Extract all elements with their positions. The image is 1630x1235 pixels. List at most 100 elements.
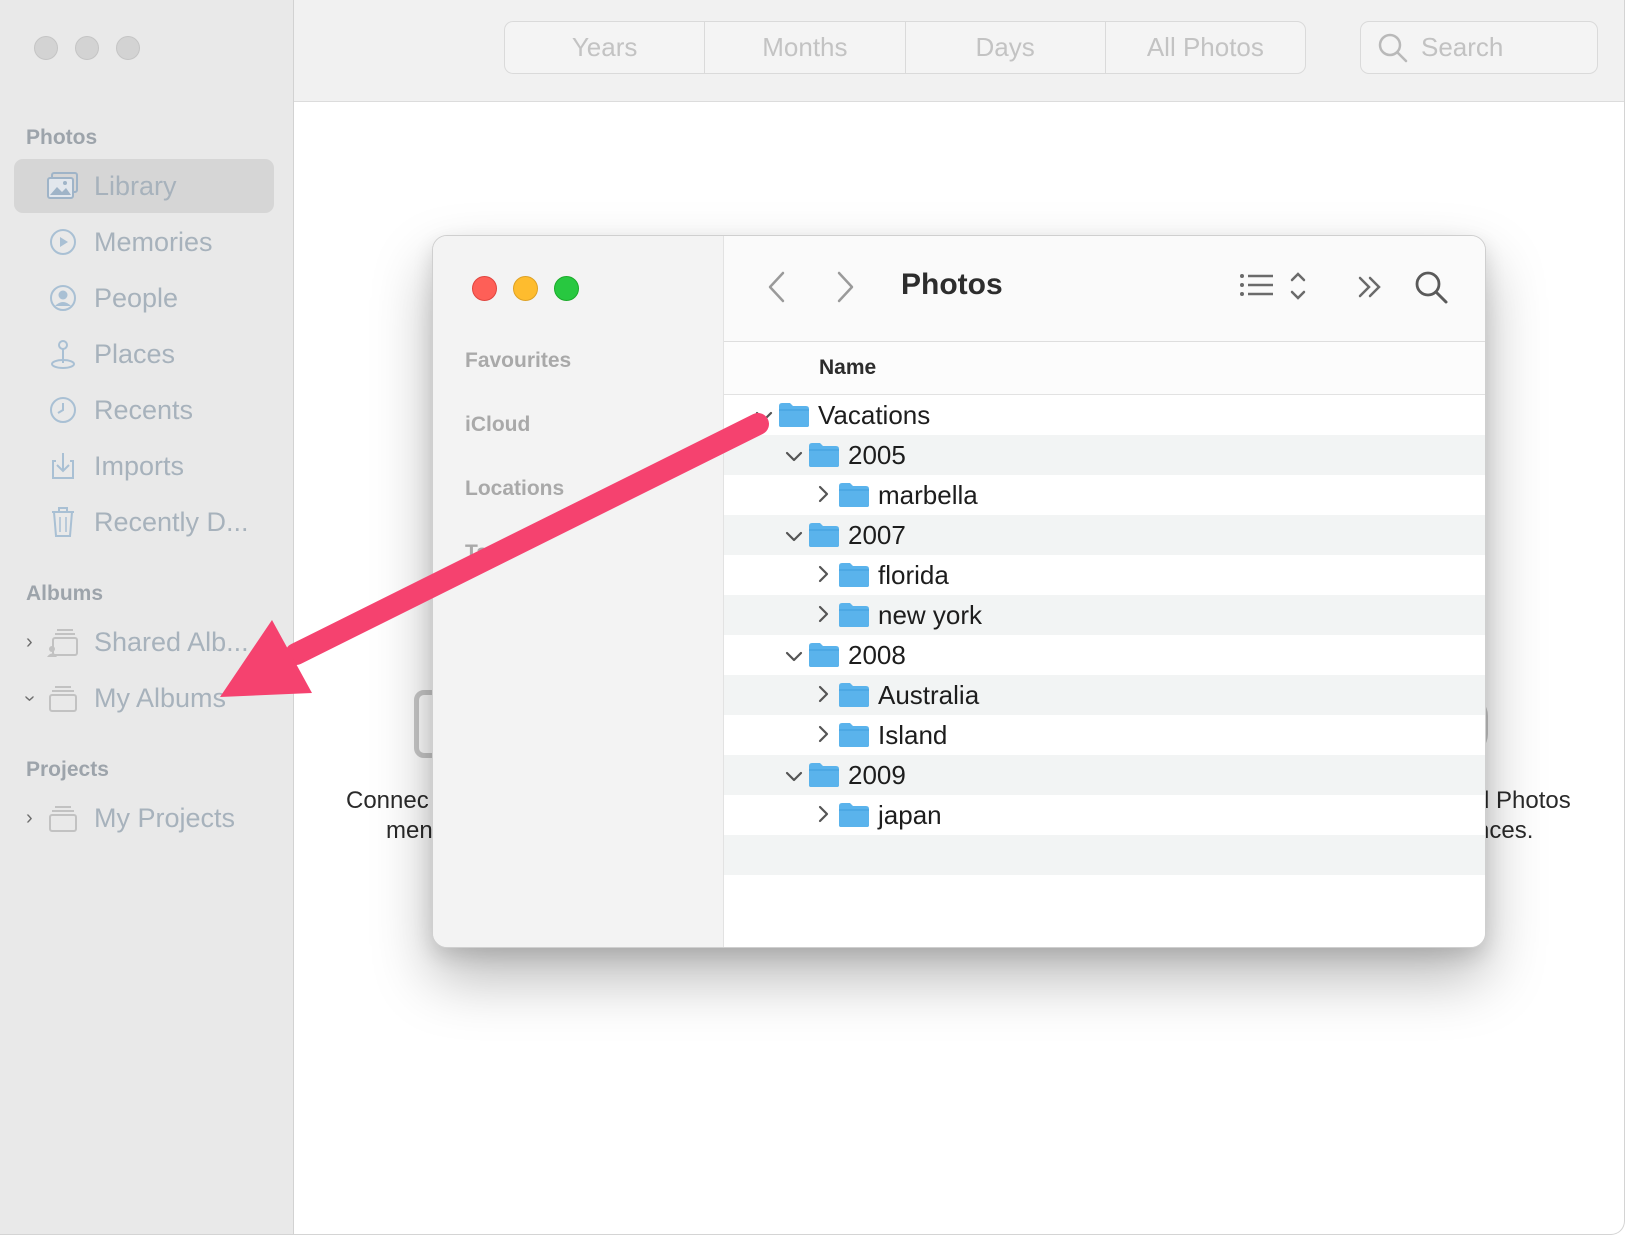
- chevron-down-icon[interactable]: [784, 440, 804, 471]
- sidebar-item-label: Imports: [94, 450, 185, 481]
- folder-name: florida: [878, 559, 949, 590]
- search-icon[interactable]: [1414, 270, 1450, 311]
- chevron-down-icon[interactable]: [784, 520, 804, 551]
- chevron-down-icon[interactable]: [754, 400, 774, 431]
- sidebar-item-my-projects[interactable]: › My Projects: [14, 791, 274, 845]
- main-text-left-line2: men: [386, 817, 433, 844]
- folder-icon: [808, 442, 840, 475]
- chevron-down-icon[interactable]: [784, 760, 804, 791]
- minimize-button[interactable]: [75, 36, 99, 60]
- sidebar-item-label: My Projects: [94, 802, 236, 833]
- more-chevrons-icon[interactable]: [1356, 270, 1386, 309]
- segment-years[interactable]: Years: [505, 22, 706, 73]
- column-header-name[interactable]: Name: [724, 342, 1485, 395]
- chevron-right-icon[interactable]: ›: [26, 631, 33, 654]
- folder-icon: [808, 642, 840, 675]
- chevron-right-icon[interactable]: [814, 680, 834, 711]
- chevron-right-icon[interactable]: ›: [26, 807, 33, 830]
- empty-row: [724, 875, 1485, 915]
- folder-icon: [808, 762, 840, 795]
- table-row[interactable]: 2007: [724, 515, 1485, 555]
- list-view-icon[interactable]: [1239, 270, 1313, 309]
- icloud-heading[interactable]: iCloud: [465, 413, 530, 437]
- folder-name: Island: [878, 719, 948, 750]
- sidebar-item-recently-deleted[interactable]: Recently D...: [14, 495, 274, 549]
- folder-icon: [838, 682, 870, 715]
- sidebar-item-my-albums[interactable]: › My Albums: [14, 671, 274, 725]
- table-row[interactable]: new york: [724, 595, 1485, 635]
- view-segmented-control: Years Months Days All Photos: [504, 21, 1306, 74]
- chevron-down-icon[interactable]: [784, 640, 804, 671]
- forward-button[interactable]: [834, 270, 856, 309]
- folder-icon: [808, 522, 840, 555]
- folder-name: new york: [878, 599, 983, 630]
- folder-icon: [838, 722, 870, 755]
- close-button[interactable]: [472, 276, 497, 301]
- folder-icon: [838, 802, 870, 835]
- sidebar-item-recents[interactable]: Recents: [14, 383, 274, 437]
- chevron-right-icon[interactable]: [814, 480, 834, 511]
- window-controls-inactive: [34, 36, 140, 60]
- back-button[interactable]: [766, 270, 788, 309]
- finder-sidebar: Favourites iCloud Locations Ta: [433, 236, 724, 947]
- folder-icon: [838, 482, 870, 515]
- table-row[interactable]: japan: [724, 795, 1485, 835]
- recents-icon: [46, 393, 80, 427]
- segment-months[interactable]: Months: [705, 22, 906, 73]
- chevron-down-icon[interactable]: ›: [18, 695, 41, 702]
- locations-heading[interactable]: Locations: [465, 477, 564, 501]
- sidebar-item-label: People: [94, 282, 179, 313]
- sidebar-item-label: Library: [94, 170, 177, 201]
- table-row[interactable]: Vacations: [724, 395, 1485, 435]
- folder-name: Australia: [878, 679, 980, 710]
- file-list: Name Vacations 2005 marbella 2007 florida new…: [724, 342, 1485, 947]
- file-rows: Vacations 2005 marbella 2007 florida new york…: [724, 395, 1485, 915]
- sidebar-item-library[interactable]: Library: [14, 159, 274, 213]
- close-button[interactable]: [34, 36, 58, 60]
- people-icon: [46, 281, 80, 315]
- sidebar-item-label: Recently D...: [94, 506, 249, 537]
- tags-heading[interactable]: Ta: [465, 541, 488, 565]
- chevron-right-icon[interactable]: [814, 720, 834, 751]
- chevron-right-icon[interactable]: [814, 800, 834, 831]
- albums-icon: [46, 681, 80, 715]
- table-row[interactable]: Australia: [724, 675, 1485, 715]
- sidebar-item-people[interactable]: People: [14, 271, 274, 325]
- folder-name: marbella: [878, 479, 978, 510]
- table-row[interactable]: 2009: [724, 755, 1485, 795]
- folder-name: japan: [878, 799, 942, 830]
- window-title: Photos: [901, 268, 1003, 301]
- projects-section-heading: Projects: [26, 758, 109, 781]
- sidebar-item-label: Recents: [94, 394, 194, 425]
- sidebar-item-label: Shared Alb...: [94, 626, 249, 657]
- minimize-button[interactable]: [513, 276, 538, 301]
- table-row[interactable]: florida: [724, 555, 1485, 595]
- albums-section-heading: Albums: [26, 582, 104, 605]
- chevron-right-icon[interactable]: [814, 600, 834, 631]
- segment-all-photos[interactable]: All Photos: [1106, 22, 1305, 73]
- table-row[interactable]: Island: [724, 715, 1485, 755]
- folder-icon: [838, 602, 870, 635]
- window-controls: [472, 276, 579, 301]
- chevron-right-icon[interactable]: [814, 560, 834, 591]
- sidebar-item-shared-albums[interactable]: › Shared Alb...: [14, 615, 274, 669]
- table-row[interactable]: marbella: [724, 475, 1485, 515]
- segment-days[interactable]: Days: [906, 22, 1106, 73]
- memories-icon: [46, 225, 80, 259]
- zoom-button[interactable]: [116, 36, 140, 60]
- table-row[interactable]: 2008: [724, 635, 1485, 675]
- places-icon: [46, 337, 80, 371]
- folder-name: 2008: [848, 639, 906, 670]
- sidebar-item-imports[interactable]: Imports: [14, 439, 274, 493]
- search-field[interactable]: Search: [1360, 21, 1598, 74]
- sidebar-item-label: Memories: [94, 226, 213, 257]
- favourites-heading[interactable]: Favourites: [465, 349, 571, 373]
- main-text-left-line1: Connec: [346, 787, 429, 814]
- folder-name: 2007: [848, 519, 906, 550]
- imports-icon: [46, 449, 80, 483]
- zoom-button[interactable]: [554, 276, 579, 301]
- sidebar-item-memories[interactable]: Memories: [14, 215, 274, 269]
- table-row[interactable]: 2005: [724, 435, 1485, 475]
- sidebar-item-places[interactable]: Places: [14, 327, 274, 381]
- folder-name: 2005: [848, 439, 906, 470]
